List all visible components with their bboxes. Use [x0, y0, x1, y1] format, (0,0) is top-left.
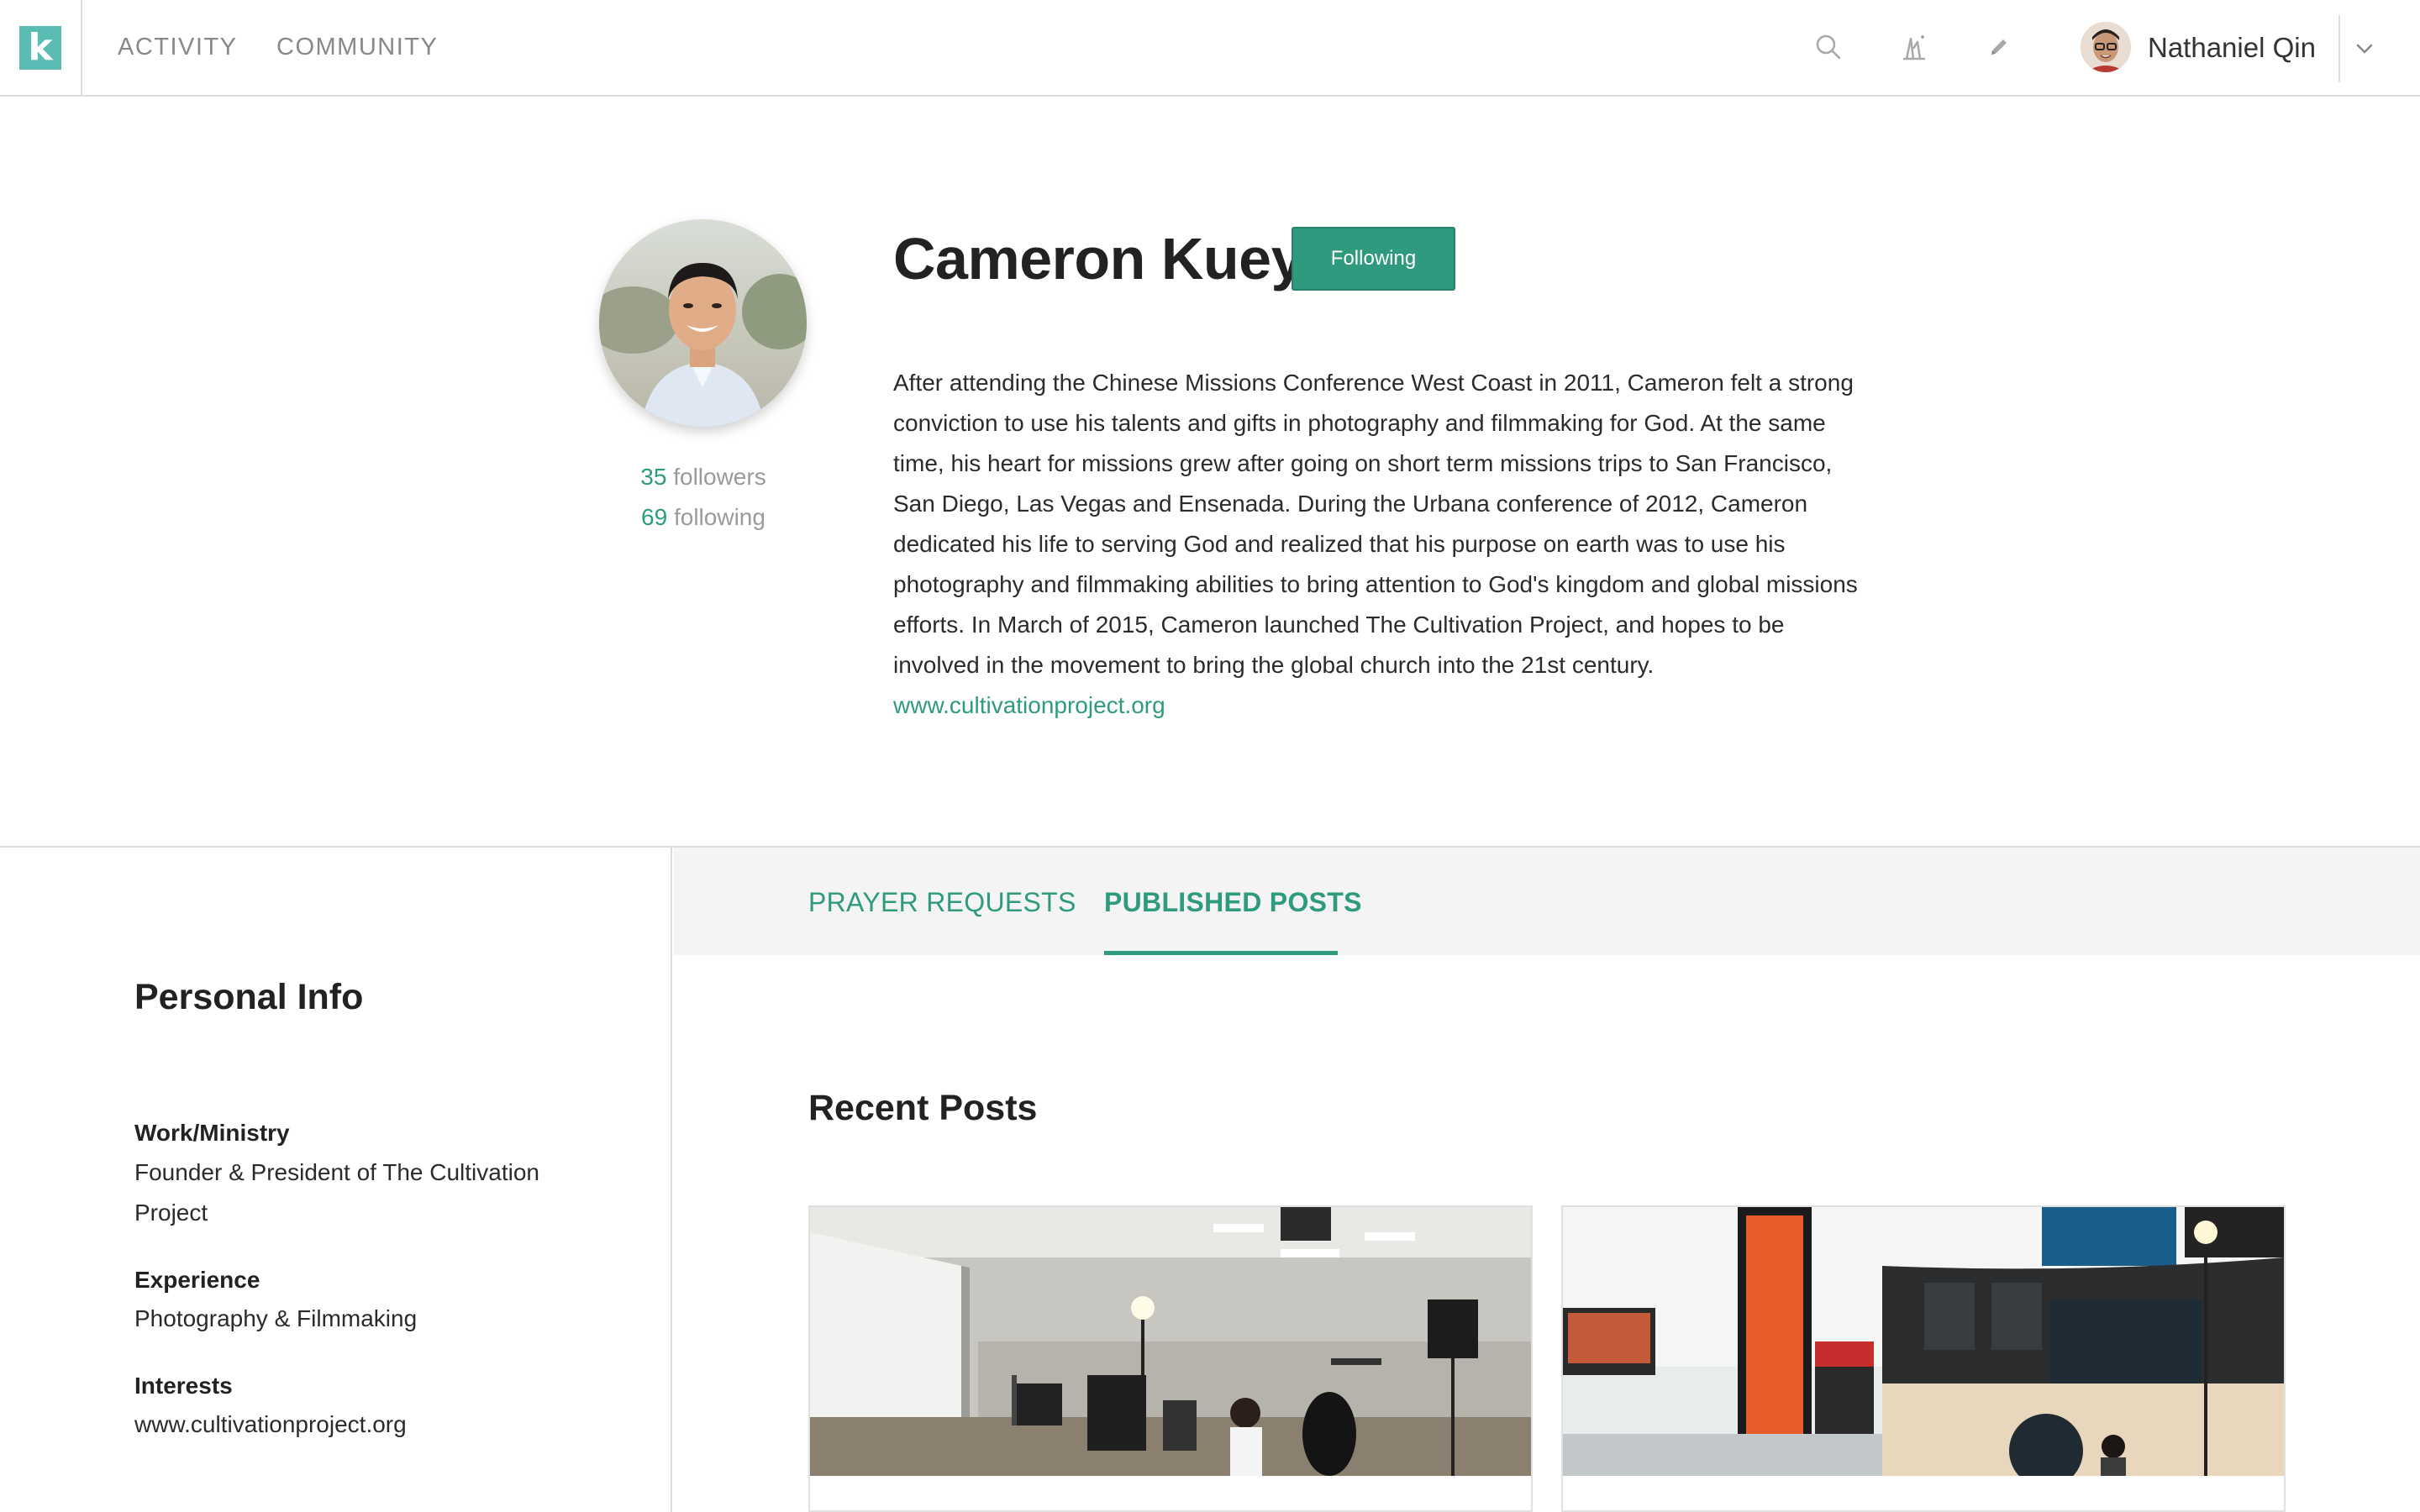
divider [2338, 15, 2340, 82]
recent-posts-title: Recent Posts [808, 1088, 1038, 1128]
user-avatar[interactable] [2081, 22, 2131, 72]
bio-website-link[interactable]: www.cultivationproject.org [893, 692, 1165, 718]
insights-icon[interactable] [1896, 29, 1933, 66]
tab-prayer-requests[interactable]: PRAYER REQUESTS [808, 887, 1076, 918]
logo-link[interactable]: k [0, 0, 82, 95]
following-number: 69 [641, 504, 668, 530]
tab-published-posts[interactable]: PUBLISHED POSTS [1104, 887, 1362, 918]
search-icon[interactable] [1810, 29, 1847, 66]
user-name[interactable]: Nathaniel Qin [2148, 32, 2316, 64]
followers-count[interactable]: 35 followers [611, 464, 796, 491]
interests-label: Interests [134, 1373, 233, 1399]
post-thumbnail [1563, 1207, 2284, 1476]
nav-activity[interactable]: ACTIVITY [118, 34, 238, 61]
bio-text: After attending the Chinese Missions Con… [893, 370, 1858, 678]
personal-info-title: Personal Info [134, 977, 364, 1017]
profile-name: Cameron Kuey [893, 226, 1304, 291]
post-thumbnail [810, 1207, 1531, 1476]
followers-label: followers [673, 464, 766, 490]
post-card[interactable] [1561, 1205, 2286, 1512]
interests-value: www.cultivationproject.org [134, 1411, 407, 1437]
post-card[interactable] [808, 1205, 1533, 1512]
work-ministry-label: Work/Ministry [134, 1120, 290, 1146]
nav-community[interactable]: COMMUNITY [276, 34, 438, 61]
profile-bio: After attending the Chinese Missions Con… [893, 363, 1876, 726]
top-navigation: k ACTIVITY COMMUNITY Nathaniel Qin [0, 0, 2420, 97]
active-tab-indicator [1104, 951, 1338, 955]
following-label: following [673, 504, 765, 530]
pencil-icon[interactable] [1981, 29, 2018, 66]
following-button[interactable]: Following [1292, 227, 1455, 291]
experience-value: Photography & Filmmaking [134, 1305, 418, 1331]
followers-number: 35 [640, 464, 667, 490]
work-ministry-value: Founder & President of The Cultivation P… [134, 1159, 539, 1226]
profile-photo [599, 219, 807, 427]
following-count[interactable]: 69 following [611, 504, 796, 531]
chevron-down-icon[interactable] [2351, 35, 2378, 62]
app-logo: k [19, 25, 61, 70]
experience-label: Experience [134, 1267, 260, 1293]
